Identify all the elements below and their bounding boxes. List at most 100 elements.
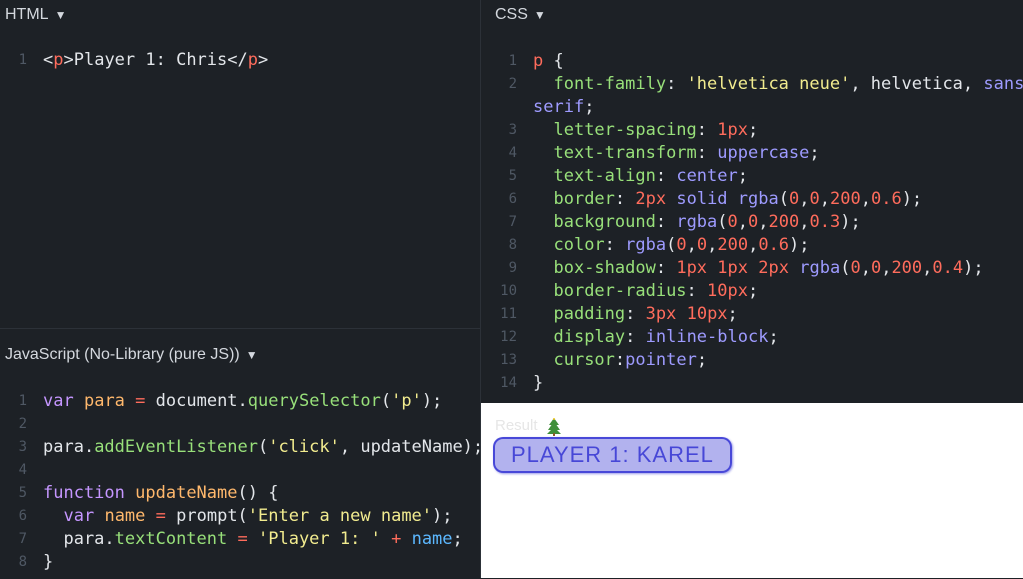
code-token: : [625,304,646,324]
line-number: 10 [500,283,517,299]
code-line[interactable]: 6 var name = prompt('Enter a new name'); [0,505,480,528]
code-token: border-radius [553,281,687,301]
code-token: 0 [870,258,882,278]
caret-down-icon[interactable]: ▼ [534,8,546,22]
code-line[interactable]: 2 [0,413,480,436]
line-number: 2 [18,416,27,432]
code-line[interactable]: 13 cursor:pointer; [481,349,1023,372]
code-token: 0 [789,189,800,209]
code-line[interactable]: 8} [0,551,480,574]
line-number: 3 [508,122,517,138]
code-line[interactable]: 10 border-radius: 10px; [481,280,1023,303]
css-pane-header[interactable]: CSS ▼ [495,4,546,26]
code-line[interactable]: 9 box-shadow: 1px 1px 2px rgba(0,0,200,0… [481,257,1023,280]
code-line[interactable]: 1 <p>Player 1: Chris</p> [0,49,480,72]
css-code-area[interactable]: 1p {2 font-family: 'helvetica neue', hel… [481,50,1023,395]
code-text: var para = document.querySelector('p'); [43,390,442,413]
code-token: ( [717,212,728,232]
code-token: letter-spacing [553,120,697,140]
code-token: ); [432,506,453,526]
code-token: rgba [737,189,779,209]
code-line[interactable]: 11 padding: 3px 10px; [481,303,1023,326]
code-line[interactable]: 2 font-family: 'helvetica neue', helveti… [481,73,1023,96]
code-text: display: inline-block; [533,326,778,349]
code-line[interactable]: 12 display: inline-block; [481,326,1023,349]
code-token: 1px [717,258,749,278]
code-line[interactable]: 6 border: 2px solid rgba(0,0,200,0.6); [481,188,1023,211]
code-token: function [43,483,125,503]
code-token: 3px [645,304,677,324]
code-token: : [666,74,687,94]
code-text: serif; [533,96,594,119]
code-token: () { [237,483,279,503]
line-number: 5 [18,485,27,501]
code-token: p [53,50,64,70]
code-line[interactable]: 3 para.addEventListener('click', updateNa… [0,436,480,459]
result-label: Result [495,417,538,434]
code-token: , [737,212,749,232]
code-line[interactable]: 8 color: rgba(0,0,200,0.6); [481,234,1023,257]
code-line[interactable]: serif; [481,96,1023,119]
code-line[interactable]: 4 text-transform: uppercase; [481,142,1023,165]
line-number: 6 [18,508,27,524]
code-line[interactable]: 4 [0,459,480,482]
code-token: , [819,189,830,209]
code-line[interactable]: 7 para.textContent = 'Player 1: ' + name… [0,528,480,551]
code-token: ( [778,189,789,209]
code-token: uppercase [717,143,810,163]
code-token: ); [840,212,861,232]
code-token: 0.4 [932,258,964,278]
code-line[interactable]: 5 text-align: center; [481,165,1023,188]
player-name-paragraph[interactable]: Player 1: Karel [493,437,732,473]
caret-down-icon[interactable]: ▼ [55,8,67,22]
code-token: solid [676,189,728,209]
html-code-area[interactable]: 1 <p>Player 1: Chris</p> [0,49,480,72]
code-token: font-family [553,74,667,94]
line-number: 7 [508,214,517,230]
js-pane-header[interactable]: JavaScript (No-Library (pure JS)) ▼ [5,344,258,366]
js-code-area[interactable]: 1 var para = document.querySelector('p');… [0,390,480,574]
line-number: 9 [508,260,517,276]
caret-down-icon[interactable]: ▼ [246,348,258,362]
line-number: 11 [500,306,517,322]
code-token: rgba [676,212,718,232]
code-token: ; [747,281,759,301]
code-token: 0 [676,235,687,255]
code-line[interactable]: 5 function updateName() { [0,482,480,505]
code-line[interactable]: 14} [481,372,1023,395]
code-token: < [43,50,54,70]
code-token: { [543,51,564,71]
code-line[interactable]: 1p { [481,50,1023,73]
code-line[interactable]: 7 background: rgba(0,0,200,0.3); [481,211,1023,234]
code-token: : [696,120,718,140]
code-line[interactable]: 1 var para = document.querySelector('p'); [0,390,480,413]
code-token: , [707,235,718,255]
code-line[interactable]: 3 letter-spacing: 1px; [481,119,1023,142]
line-number: 5 [508,168,517,184]
code-text: text-transform: uppercase; [533,142,819,165]
code-text: function updateName() { [43,482,278,505]
html-pane-header[interactable]: HTML ▼ [5,4,66,26]
code-token: : [686,281,708,301]
code-token: serif [533,97,585,117]
code-token: >Player 1: Chris</ [63,50,248,70]
code-token: ); [789,235,810,255]
code-token: ; [727,304,738,324]
line-number: 2 [508,76,517,92]
code-text: border-radius: 10px; [533,280,758,303]
code-text: text-align: center; [533,165,748,188]
code-text: <p>Player 1: Chris</p> [43,49,268,72]
code-text: } [533,372,543,395]
code-token: 200 [830,189,861,209]
code-token: ; [584,97,595,117]
